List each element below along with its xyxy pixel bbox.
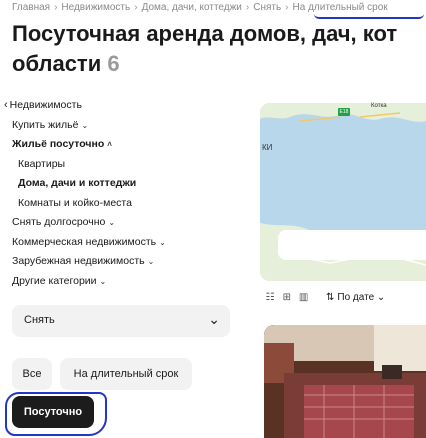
chevron-down-icon: ⌄ [81,120,89,130]
map-view-icon[interactable]: ▥ [297,292,311,303]
category-sidebar: ‹ Недвижимость Купить жильё ⌄ Жильё посуто… [4,96,244,291]
chevron-down-icon: ⌄ [108,218,116,227]
sidebar-subitem-label: Дома, дачи и коттеджи [18,177,137,189]
page-title-line1: Посуточная аренда домов, дач, кот [12,21,398,46]
view-toolbar: ☷ ⊞ ▥ [263,292,311,308]
sidebar-item-label: Зарубежная недвижимость [12,255,145,267]
breadcrumb-item-realty[interactable]: Недвижимость [61,2,130,13]
sort-dropdown[interactable]: ⇅ По дате ⌄ [326,292,385,303]
breadcrumb-item-long-term[interactable]: На длительный срок [293,2,388,13]
sidebar-subitem-label: Квартиры [18,157,66,170]
sidebar-back-label: Недвижимость [9,99,82,111]
sidebar-subitem-label: Комнаты и койко-места [18,196,132,209]
annotation-circle [5,392,107,436]
chevron-up-icon: ˄ [107,140,112,149]
breadcrumb-separator-icon: › [285,2,289,13]
sidebar-item-label: Другие категории [12,274,97,287]
chevron-down-icon: ⌄ [147,257,155,266]
sidebar-subitem-rooms[interactable]: Комнаты и койко-места [4,194,244,214]
sidebar-subitem-flats[interactable]: Квартиры [4,155,244,175]
chevron-down-icon: ⌄ [159,237,166,247]
sort-label: По дате [337,292,375,303]
sidebar-subitem-houses[interactable]: Дома, дачи и коттеджи [4,174,244,194]
sort-icon: ⇅ [326,292,335,303]
deal-type-select-value: Снять [24,314,55,326]
listing-photo-image [264,325,426,438]
sidebar-item-daily[interactable]: Жильё посуточно ˄ [4,135,244,155]
sidebar-item-other[interactable]: Другие категории ⌄ [4,272,244,292]
sidebar-item-buy[interactable]: Купить жильё ⌄ [4,116,244,136]
chevron-down-icon: ⌄ [208,311,220,327]
sidebar-item-label: Коммерческая недвижимость [12,235,157,248]
filter-long-term-label: На длительный срок [73,368,179,380]
list-view-icon[interactable]: ☷ [263,292,277,303]
listing-photo[interactable] [264,325,426,438]
page-title-line2: области 6 [12,51,120,77]
sidebar-back-link[interactable]: ‹ Недвижимость [4,96,244,116]
sidebar-item-commercial[interactable]: Коммерческая недвижимость ⌄ [4,233,244,253]
grid-view-icon[interactable]: ⊞ [280,292,294,303]
filter-all-button[interactable]: Все [12,358,52,390]
map-search-field[interactable] [278,230,426,260]
page-title: Посуточная аренда домов, дач, кот [12,21,397,47]
breadcrumb-separator-icon: › [134,2,138,13]
chevron-left-icon: ‹ [4,99,8,111]
sidebar-item-label: Жильё посуточно [12,138,105,150]
chevron-down-icon: ⌄ [99,276,107,286]
result-count: 6 [107,51,120,76]
breadcrumb-item-rent[interactable]: Снять [253,2,281,13]
filter-long-term-button[interactable]: На длительный срок [60,358,192,390]
filter-all-label: Все [22,368,42,380]
map-label-city: Котка [371,103,387,109]
deal-type-select[interactable]: Снять ⌄ [12,305,230,337]
sidebar-item-label: Купить жильё [12,118,79,131]
page-title-region: области [12,51,102,76]
map-label-partial: КИ [262,143,273,152]
road-badge: E18 [338,108,350,116]
breadcrumb-item-home[interactable]: Главная [12,2,50,13]
sidebar-item-foreign[interactable]: Зарубежная недвижимость ⌄ [4,252,244,272]
breadcrumb-separator-icon: › [54,2,58,13]
sidebar-item-long-rent[interactable]: Снять долгосрочно ⌄ [4,213,244,233]
annotation-underline [314,14,424,19]
chevron-down-icon: ⌄ [374,292,386,303]
sidebar-item-label: Снять долгосрочно [12,216,106,228]
breadcrumb-item-houses[interactable]: Дома, дачи, коттеджи [142,2,242,13]
breadcrumb-separator-icon: › [245,2,250,13]
